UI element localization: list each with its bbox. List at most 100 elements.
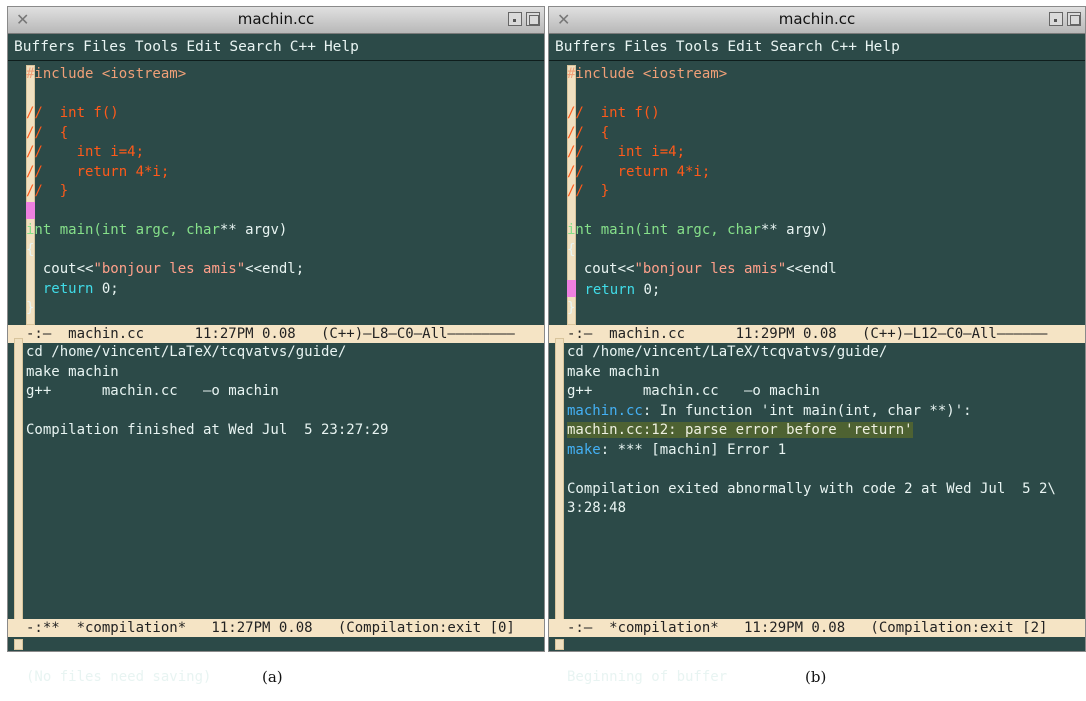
code-token: // return 4*i; xyxy=(567,163,711,180)
code-line: // int f() xyxy=(26,104,540,124)
menu-search[interactable]: Search xyxy=(770,39,822,55)
code-line: // } xyxy=(567,182,1081,202)
code-token: "bonjour les amis" xyxy=(93,261,246,277)
maximize-button[interactable] xyxy=(526,12,540,26)
output-line: machin.cc: In function 'int main(int, ch… xyxy=(567,402,1081,422)
code-token: // int f() xyxy=(567,105,660,121)
code-token: cout<< xyxy=(567,261,635,277)
menu-tools[interactable]: Tools xyxy=(135,39,179,55)
output-line: 3:28:48 xyxy=(567,499,1081,519)
minimize-button[interactable] xyxy=(508,12,522,26)
output-token: cd /home/vincent/LaTeX/tcqvatvs/guide/ xyxy=(26,344,347,360)
echo-message: (No files need saving) xyxy=(26,669,212,685)
menu-files[interactable]: Files xyxy=(83,39,127,55)
output-line: machin.cc:12: parse error before 'return… xyxy=(567,421,1081,441)
echo-message: Beginning of buffer xyxy=(567,669,728,685)
code-line: // { xyxy=(567,124,1081,144)
emacs-window-a: ✕ machin.cc Buffers Files Tools Edit Search C… xyxy=(7,6,545,685)
code-line: cout<<"bonjour les amis"<<endl xyxy=(567,260,1081,280)
output-line: g++ machin.cc —o machin xyxy=(567,382,1081,402)
code-token: return xyxy=(42,280,94,297)
code-token: // { xyxy=(567,124,610,141)
code-buffer[interactable]: #include <iostream> // int f() // { // int… xyxy=(567,65,1081,319)
code-token: #include <iostream> xyxy=(567,66,728,82)
code-token: cout<< xyxy=(26,261,94,277)
code-line: } xyxy=(567,299,1081,319)
code-line: #include <iostream> xyxy=(26,65,540,85)
caption-b: (b) xyxy=(805,668,827,686)
code-token: return xyxy=(584,281,636,298)
menu-search[interactable]: Search xyxy=(229,39,281,55)
code-token: int main(int argc, xyxy=(567,222,728,238)
code-mode-line: -:— machin.cc 11:27PM 0.08 (C++)—L8—C0—A… xyxy=(8,325,544,343)
code-token: // int f() xyxy=(26,105,119,121)
code-token: 0; xyxy=(635,281,661,298)
emacs-window-b: ✕ machin.cc Buffers Files Tools Edit Search C… xyxy=(548,6,1086,685)
maximize-button[interactable] xyxy=(1067,12,1081,26)
menu-buffers[interactable]: Buffers xyxy=(555,39,616,55)
code-line: // { xyxy=(26,124,540,144)
output-line: Compilation exited abnormally with code … xyxy=(567,480,1081,500)
menu-edit[interactable]: Edit xyxy=(186,39,221,55)
output-token: g++ machin.cc —o machin xyxy=(26,383,279,399)
code-token: char xyxy=(727,222,761,238)
title-bar[interactable]: ✕ machin.cc xyxy=(8,7,544,34)
code-token: ** argv) xyxy=(219,222,288,238)
menu-cpp[interactable]: C++ xyxy=(290,39,316,55)
window-title: machin.cc xyxy=(778,10,856,28)
code-token: } xyxy=(26,300,35,316)
code-line: // return 4*i; xyxy=(26,163,540,183)
output-token: machin.cc:12: parse error before 'return… xyxy=(567,422,913,438)
code-token: ** argv) xyxy=(760,222,829,238)
menu-cpp[interactable]: C++ xyxy=(831,39,857,55)
code-token: 0; xyxy=(93,280,119,297)
minibuffer-scrollbar xyxy=(555,639,564,650)
echo-area[interactable]: (No files need saving) xyxy=(8,637,544,685)
code-token: #include <iostream> xyxy=(26,66,187,82)
echo-area[interactable]: Beginning of buffer xyxy=(549,637,1085,685)
output-token: g++ machin.cc —o machin xyxy=(567,383,820,399)
minimize-button[interactable] xyxy=(1049,12,1063,26)
menu-help[interactable]: Help xyxy=(865,39,900,55)
code-line: #include <iostream> xyxy=(567,65,1081,85)
menu-buffers[interactable]: Buffers xyxy=(14,39,75,55)
menu-tools[interactable]: Tools xyxy=(676,39,720,55)
code-token: char xyxy=(186,222,220,238)
code-line: { xyxy=(567,241,1081,261)
compilation-scrollbar[interactable] xyxy=(555,338,564,620)
code-line: // int i=4; xyxy=(26,143,540,163)
code-buffer[interactable]: #include <iostream> // int f() // {// int… xyxy=(26,65,540,319)
output-token: machin.cc xyxy=(567,402,643,419)
compilation-buffer[interactable]: cd /home/vincent/LaTeX/tcqvatvs/guide/ma… xyxy=(26,343,540,441)
output-token: cd /home/vincent/LaTeX/tcqvatvs/guide/ xyxy=(567,344,888,360)
output-line: make: *** [machin] Error 1 xyxy=(567,441,1081,461)
compilation-buffer[interactable]: cd /home/vincent/LaTeX/tcqvatvs/guide/ma… xyxy=(567,343,1081,519)
text-cursor xyxy=(567,279,576,297)
menu-help[interactable]: Help xyxy=(324,39,359,55)
code-line: // int i=4; xyxy=(567,143,1081,163)
code-line: return 0; xyxy=(26,280,540,300)
compilation-scrollbar[interactable] xyxy=(14,338,23,620)
output-token: : *** [machin] Error 1 xyxy=(600,441,787,458)
code-token: <<endl; xyxy=(245,261,305,277)
output-line: cd /home/vincent/LaTeX/tcqvatvs/guide/ xyxy=(567,343,1081,363)
menu-bar: Buffers Files Tools Edit Search C++ Help xyxy=(8,34,544,61)
code-token: // } xyxy=(26,183,69,199)
window-title: machin.cc xyxy=(237,10,315,28)
menu-files[interactable]: Files xyxy=(624,39,668,55)
code-token: <<endl xyxy=(786,261,837,277)
output-token: : In function 'int main(int, char **)': xyxy=(642,402,972,419)
code-line: } xyxy=(26,299,540,319)
code-mode-line: -:— machin.cc 11:29PM 0.08 (C++)—L12—C0—… xyxy=(549,325,1085,343)
title-bar[interactable]: ✕ machin.cc xyxy=(549,7,1085,34)
output-line: make machin xyxy=(567,363,1081,383)
code-token: int main(int argc, xyxy=(26,222,187,238)
menu-edit[interactable]: Edit xyxy=(727,39,762,55)
code-line: return 0; xyxy=(567,279,1081,300)
output-token: Compilation exited abnormally with code … xyxy=(567,480,1056,497)
